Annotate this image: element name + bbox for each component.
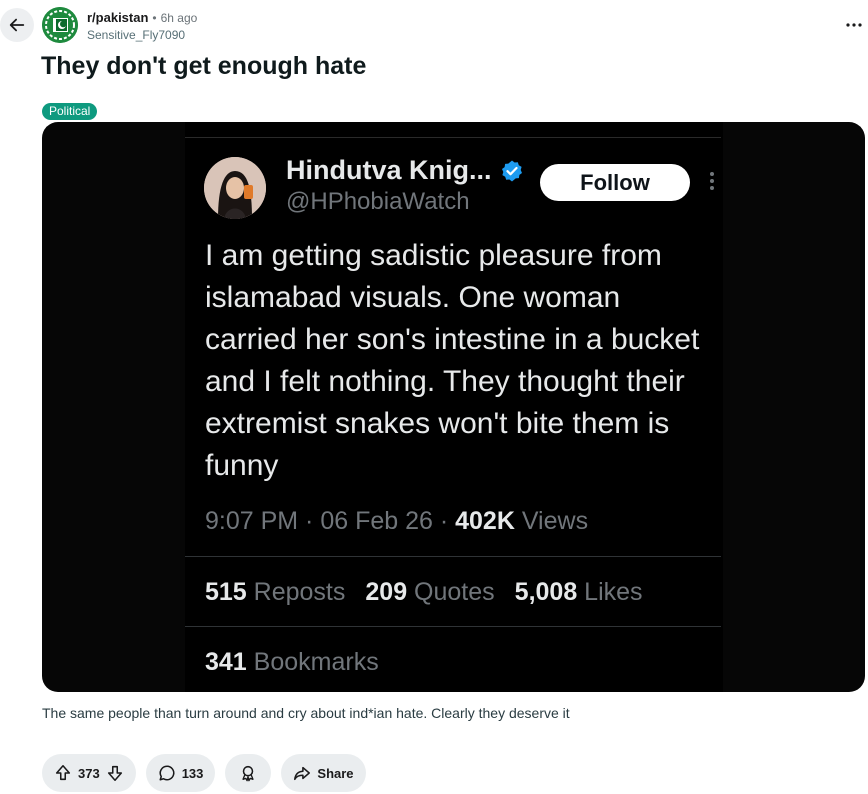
back-button[interactable] [0,8,34,42]
meta-separator: • [152,10,157,25]
post-body-text: The same people than turn around and cry… [42,705,570,721]
tweet-timestamp: 9:07 PM · 06 Feb 26 · 402K Views [205,507,588,536]
reposts-stat: 515 Reposts [205,578,345,607]
arrow-left-icon [9,18,25,32]
bookmarks-stat: 341 Bookmarks [205,648,379,677]
divider [185,556,721,557]
share-button[interactable]: Share [281,754,366,792]
bookmarks-count: 341 [205,648,247,676]
bookmarks-label: Bookmarks [246,648,379,676]
tweet-more-icon [710,172,716,193]
post-title[interactable]: They don't get enough hate [41,52,366,81]
views-label: Views [514,507,589,535]
subreddit-avatar[interactable] [42,7,78,43]
post-author[interactable]: Sensitive_Fly7090 [87,28,197,42]
quotes-stat: 209 Quotes [365,578,494,607]
follow-button: Follow [540,164,690,201]
post-age: 6h ago [160,10,198,25]
more-horizontal-icon [846,23,862,27]
comment-icon [159,765,175,781]
upvote-icon[interactable] [54,764,72,782]
likes-stat: 5,008 Likes [515,578,643,607]
comment-count: 133 [181,765,204,781]
post-image[interactable]: Hindutva Knig... @HPhobiaWatch Follow I … [42,122,865,692]
more-options-button[interactable] [846,16,862,27]
quotes-label: Quotes [407,578,495,606]
divider [185,137,721,138]
reposts-label: Reposts [246,578,346,606]
reposts-count: 515 [205,578,247,606]
tweet-stats: 515 Reposts 209 Quotes 5,008 Likes [205,578,643,607]
share-label: Share [317,765,354,781]
tweet-text: I am getting sadistic pleasure from isla… [205,239,700,482]
award-button[interactable] [225,754,272,792]
subreddit-name[interactable]: r/pakistan [87,10,148,25]
comments-button[interactable]: 133 [145,754,216,792]
divider [185,626,721,627]
tweet-time: 9:07 PM · 06 Feb 26 · [205,507,456,535]
post-action-bar: 373 133 Share [42,754,366,792]
pakistan-flag-icon [42,7,78,43]
award-icon [242,765,255,782]
verified-badge-icon [501,160,522,181]
tweet-display-name: Hindutva Knig... [286,155,492,185]
tweet-screenshot: Hindutva Knig... @HPhobiaWatch Follow I … [185,122,723,692]
vote-score: 373 [78,765,100,781]
share-icon [294,766,311,781]
downvote-icon[interactable] [106,764,124,782]
profile-photo [204,157,266,219]
post-flair[interactable]: Political [42,103,98,120]
post-meta: r/pakistan • 6h ago Sensitive_Fly7090 [87,10,197,42]
tweet-avatar [204,157,266,219]
likes-count: 5,008 [514,578,578,606]
likes-label: Likes [577,578,643,606]
quotes-count: 209 [365,578,408,606]
tweet-handle: @HPhobiaWatch [286,188,470,215]
views-count: 402K [455,507,515,535]
vote-control: 373 [42,754,136,792]
